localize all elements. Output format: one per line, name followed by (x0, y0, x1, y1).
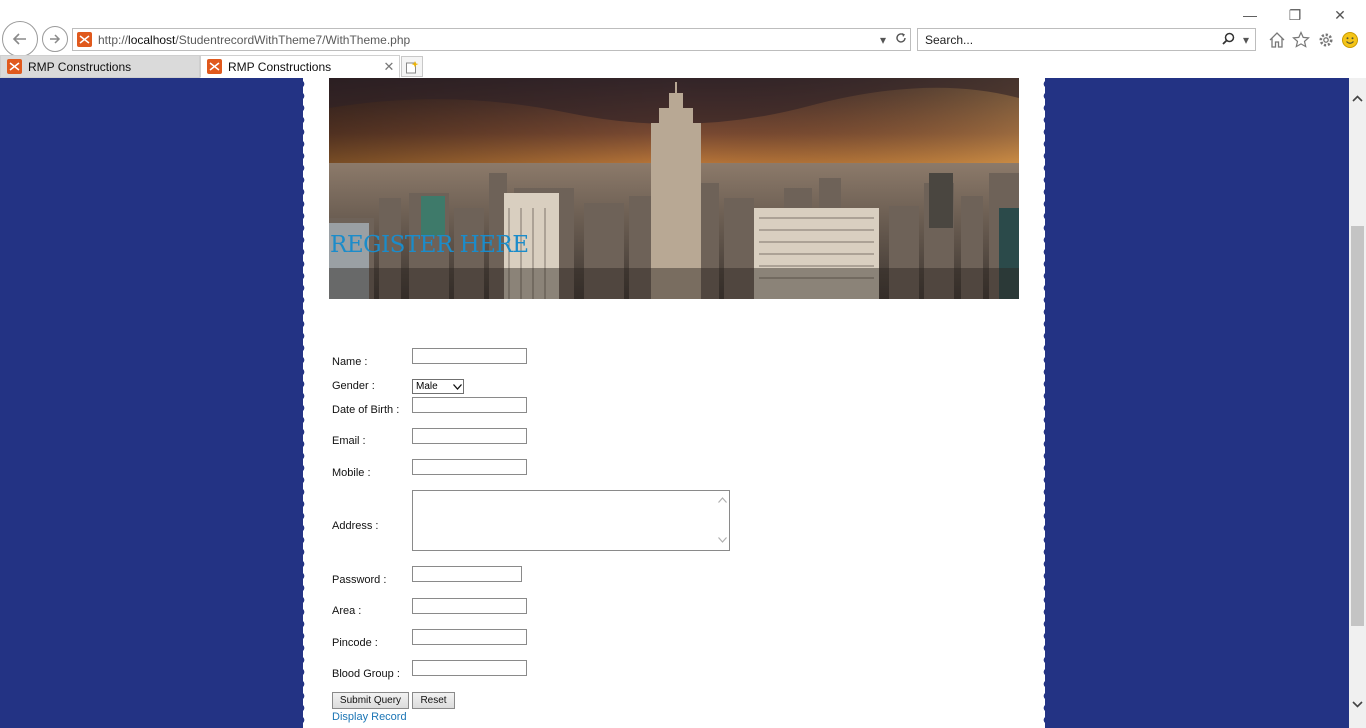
register-title: REGISTER HERE (330, 232, 529, 258)
submit-button[interactable]: Submit Query (332, 692, 409, 709)
panel-scallop-right (1043, 78, 1052, 728)
scroll-up-button[interactable] (1349, 90, 1366, 106)
name-input[interactable] (412, 348, 527, 364)
minimize-button[interactable]: — (1239, 6, 1261, 24)
scroll-down-button[interactable] (1349, 696, 1366, 712)
forward-button[interactable] (42, 26, 68, 52)
forward-arrow-icon (50, 34, 61, 44)
tab-rmp-constructions-2[interactable]: RMP Constructions ✕ (200, 55, 400, 78)
search-icon[interactable] (1219, 32, 1237, 48)
address-textarea[interactable] (412, 490, 730, 551)
chevron-up-icon (1352, 94, 1363, 102)
scrollbar-thumb[interactable] (1351, 226, 1364, 626)
area-input[interactable] (412, 598, 527, 614)
search-input[interactable]: Search... (918, 33, 1219, 47)
tab-label: RMP Constructions (228, 59, 332, 74)
display-record-link[interactable]: Display Record (332, 711, 407, 723)
site-favicon-icon (77, 32, 92, 47)
address-label: Address : (332, 520, 379, 532)
dob-input[interactable] (412, 397, 527, 413)
scroll-up-arrow-icon (717, 497, 727, 503)
back-button[interactable] (2, 21, 38, 57)
pincode-label: Pincode : (332, 637, 378, 649)
textarea-scrollbar[interactable] (717, 497, 727, 543)
pincode-input[interactable] (412, 629, 527, 645)
url-text[interactable]: http://localhost/StudentrecordWithTheme7… (98, 33, 874, 47)
reset-button[interactable]: Reset (412, 692, 455, 709)
address-dropdown-icon[interactable]: ▾ (874, 33, 892, 47)
tab-rmp-constructions-1[interactable]: RMP Constructions (0, 55, 200, 78)
new-tab-button[interactable] (401, 56, 423, 77)
home-icon[interactable] (1267, 30, 1287, 50)
name-label: Name : (332, 356, 368, 368)
email-input[interactable] (412, 428, 527, 444)
back-arrow-icon (12, 33, 26, 45)
tab-strip: RMP Constructions RMP Constructions ✕ (0, 55, 1366, 78)
tab-close-icon[interactable]: ✕ (379, 59, 399, 75)
city-skyline-banner (329, 78, 1019, 299)
password-input[interactable] (412, 566, 522, 582)
tab-label: RMP Constructions (28, 59, 132, 74)
mobile-label: Mobile : (332, 467, 371, 479)
gender-selected-value: Male (416, 381, 438, 392)
page-viewport: REGISTER HERE Name : Gender : Male Date … (0, 78, 1349, 728)
new-tab-icon (406, 60, 419, 73)
browser-chrome: — ❐ ✕ http://localhost/StudentrecordWith… (0, 0, 1366, 78)
email-label: Email : (332, 435, 366, 447)
page-scrollbar[interactable] (1349, 78, 1366, 728)
dob-label: Date of Birth : (332, 404, 400, 416)
blood-group-label: Blood Group : (332, 668, 400, 680)
password-label: Password : (332, 574, 387, 586)
favorites-star-icon[interactable] (1291, 30, 1311, 50)
gender-label: Gender : (332, 380, 375, 392)
settings-gear-icon[interactable] (1316, 30, 1336, 50)
restore-button[interactable]: ❐ (1284, 6, 1306, 24)
tab-favicon-icon (7, 59, 22, 74)
close-window-button[interactable]: ✕ (1329, 6, 1351, 24)
refresh-icon[interactable] (892, 32, 910, 47)
mobile-input[interactable] (412, 459, 527, 475)
blood-group-input[interactable] (412, 660, 527, 676)
chevron-down-icon (1352, 700, 1363, 708)
search-bar[interactable]: Search... ▾ (917, 28, 1256, 51)
address-bar[interactable]: http://localhost/StudentrecordWithTheme7… (72, 28, 911, 51)
chevron-down-icon (451, 383, 463, 390)
gender-select[interactable]: Male (412, 379, 464, 394)
scroll-down-arrow-icon (717, 537, 727, 543)
area-label: Area : (332, 605, 362, 617)
panel-scallop-left (296, 78, 305, 728)
search-dropdown-icon[interactable]: ▾ (1237, 33, 1255, 47)
feedback-smiley-icon[interactable] (1340, 30, 1360, 50)
tab-favicon-icon (207, 59, 222, 74)
